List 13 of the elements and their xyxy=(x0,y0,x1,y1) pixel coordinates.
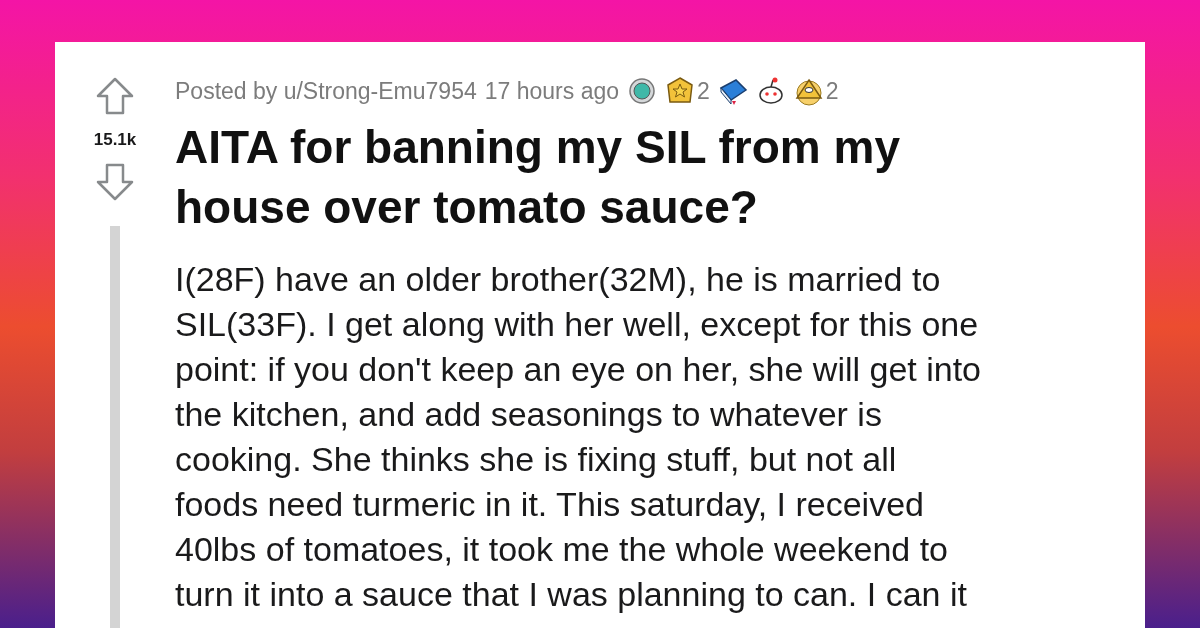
pyramid-award-icon xyxy=(793,76,824,106)
downvote-icon[interactable] xyxy=(95,162,135,202)
award-count: 2 xyxy=(825,77,839,105)
book-award-icon xyxy=(717,76,748,106)
post-body: I(28F) have an older brother(32M), he is married to SIL(33F). I get along with her well, except for this one point: if you don't keep an eye on her, she will get into the kitchen, and add seasonings to whatever is cooking. She thinks she is fixing stuff, but not all foods need turmeric in it. This saturday, I received 40lbs of tomatoes, it took me the whole weekend to turn it into a sauce that I was planning to can. I can it xyxy=(175,259,983,615)
post-title[interactable]: AITA for banning my SIL from my house over tomato sauce? xyxy=(175,117,1035,237)
vote-count: 15.1k xyxy=(93,130,137,150)
post-author[interactable]: Posted by u/Strong-Emu7954 xyxy=(175,77,477,105)
star-award-icon xyxy=(665,76,696,106)
upvote-icon[interactable] xyxy=(95,76,135,116)
medal-award-icon xyxy=(627,76,658,106)
post-time: 17 hours ago xyxy=(484,77,620,105)
award-count: 2 xyxy=(697,77,710,105)
